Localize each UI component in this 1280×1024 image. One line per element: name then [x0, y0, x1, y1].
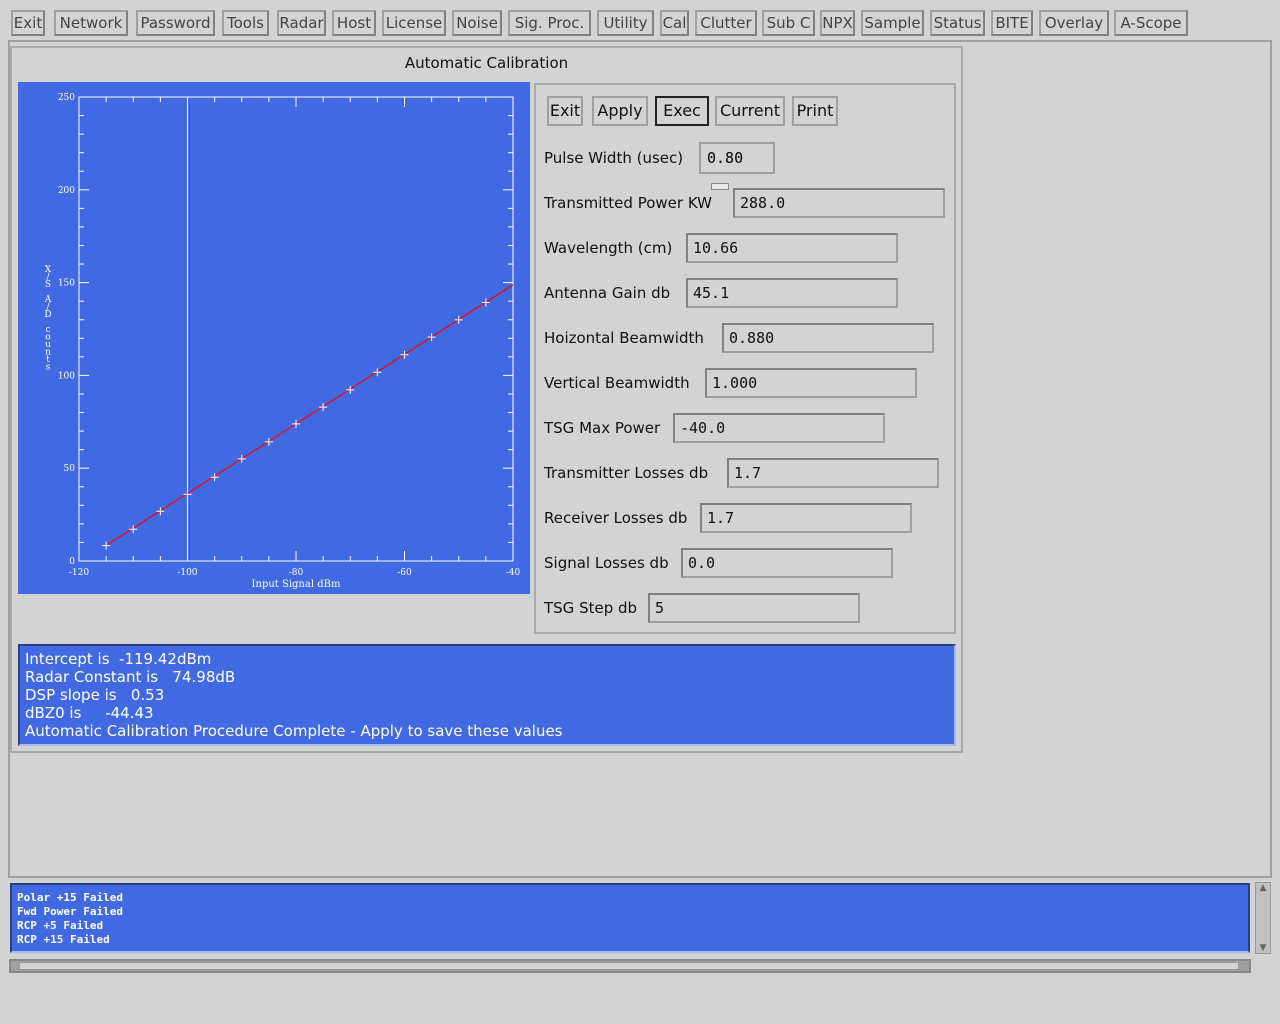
menu-noise-button[interactable]: Noise [452, 10, 502, 36]
transmitter-losses-db-label: Transmitter Losses db [544, 464, 709, 482]
menu-clutter-button[interactable]: Clutter [695, 10, 757, 36]
calibration-results: Intercept is -119.42dBm Radar Constant is… [18, 644, 956, 746]
menu-a-scope-button[interactable]: A-Scope [1114, 10, 1188, 36]
wavelength-cm-input[interactable]: 10.66 [686, 233, 898, 263]
apply-button[interactable]: Apply [592, 96, 648, 126]
signal-losses-db-label: Signal Losses db [544, 554, 669, 572]
log-horizontal-scrollbar[interactable] [9, 959, 1251, 973]
pulse-width-label: Pulse Width (usec) [544, 149, 684, 167]
log-line: RCP +5 Failed [17, 919, 104, 932]
exec-button[interactable]: Exec [655, 96, 709, 126]
y-tick-label: 50 [64, 464, 76, 474]
x-tick-label: -80 [289, 568, 304, 578]
menu-license-button[interactable]: License [382, 10, 446, 36]
result-line: Radar Constant is 74.98dB [25, 668, 236, 686]
y-tick-label: 150 [58, 279, 75, 289]
menu-status-button[interactable]: Status [930, 10, 985, 36]
tsg-max-power-input[interactable]: -40.0 [673, 413, 885, 443]
receiver-losses-db-input[interactable]: 1.7 [700, 503, 912, 533]
signal-losses-db-input[interactable]: 0.0 [681, 548, 893, 578]
menu-radar-button[interactable]: Radar [277, 10, 326, 36]
menu-npx-button[interactable]: NPX [820, 10, 855, 36]
y-tick-label: 200 [58, 186, 75, 196]
receiver-losses-db-label: Receiver Losses db [544, 509, 688, 527]
plot-background [18, 82, 530, 594]
status-log: Polar +15 Failed Fwd Power Failed RCP +5 F… [10, 883, 1250, 953]
vertical-beamwidth-label: Vertical Beamwidth [544, 374, 690, 392]
menu-sub-c-button[interactable]: Sub C [762, 10, 815, 36]
log-vertical-scrollbar[interactable]: ▲ ▼ [1255, 882, 1271, 954]
scroll-up-arrow-icon[interactable]: ▲ [1256, 883, 1270, 893]
vertical-beamwidth-input[interactable]: 1.000 [705, 368, 917, 398]
y-axis-label: X / S A / D counts [44, 265, 52, 373]
log-line: Fwd Power Failed [17, 905, 123, 918]
transmitted-power-kw-label: Transmitted Power KW [544, 194, 712, 212]
pulse-width-select[interactable]: 0.80 [699, 142, 775, 190]
result-line: dBZ0 is -44.43 [25, 704, 154, 722]
tsg-step-db-label: TSG Step db [544, 599, 638, 617]
x-tick-label: -120 [69, 568, 89, 578]
current-button[interactable]: Current [715, 96, 785, 126]
menu-bite-button[interactable]: BITE [991, 10, 1033, 36]
menu-host-button[interactable]: Host [332, 10, 376, 36]
print-button[interactable]: Print [792, 96, 838, 126]
tsg-step-db-input[interactable]: 5 [648, 593, 860, 623]
x-tick-label: -60 [397, 568, 412, 578]
result-line: Automatic Calibration Procedure Complete… [25, 722, 563, 740]
tsg-max-power-label: TSG Max Power [544, 419, 661, 437]
scroll-down-arrow-icon[interactable]: ▼ [1256, 943, 1270, 953]
menu-tools-button[interactable]: Tools [222, 10, 269, 36]
y-tick-label: 100 [58, 371, 75, 381]
menu-network-button[interactable]: Network [54, 10, 128, 36]
transmitted-power-kw-input[interactable]: 288.0 [733, 188, 945, 218]
menu-overlay-button[interactable]: Overlay [1039, 10, 1109, 36]
x-axis-label: Input Signal dBm [252, 579, 341, 590]
antenna-gain-db-input[interactable]: 45.1 [686, 278, 898, 308]
hoizontal-beamwidth-input[interactable]: 0.880 [722, 323, 934, 353]
menu-exit-button[interactable]: Exit [11, 10, 45, 36]
menu-sig-proc-button[interactable]: Sig. Proc. [508, 10, 591, 36]
menu-cal-button[interactable]: Cal [660, 10, 689, 36]
log-line: Polar +15 Failed [17, 891, 123, 904]
menu-password-button[interactable]: Password [136, 10, 215, 36]
result-line: Intercept is -119.42dBm [25, 650, 212, 668]
y-tick-label: 0 [69, 557, 75, 567]
exit-button[interactable]: Exit [547, 96, 583, 126]
scroll-thumb[interactable] [19, 962, 1239, 970]
option-menu-indicator-icon [711, 183, 729, 190]
panel-title: Automatic Calibration [404, 54, 569, 72]
menu-utility-button[interactable]: Utility [597, 10, 654, 36]
antenna-gain-db-label: Antenna Gain db [544, 284, 671, 302]
x-tick-label: -100 [177, 568, 197, 578]
calibration-chart: -120 -100 -80 -60 -40 0 50 100 150 200 250 Input Si… [18, 82, 530, 594]
transmitter-losses-db-input[interactable]: 1.7 [727, 458, 939, 488]
y-tick-label: 250 [58, 93, 75, 103]
result-line: DSP slope is 0.53 [25, 686, 165, 704]
hoizontal-beamwidth-label: Hoizontal Beamwidth [544, 329, 704, 347]
x-tick-label: -40 [506, 568, 521, 578]
menu-sample-button[interactable]: Sample [861, 10, 924, 36]
pulse-width-value: 0.80 [707, 149, 744, 167]
log-line: RCP +15 Failed [17, 933, 110, 946]
wavelength-cm-label: Wavelength (cm) [544, 239, 673, 257]
